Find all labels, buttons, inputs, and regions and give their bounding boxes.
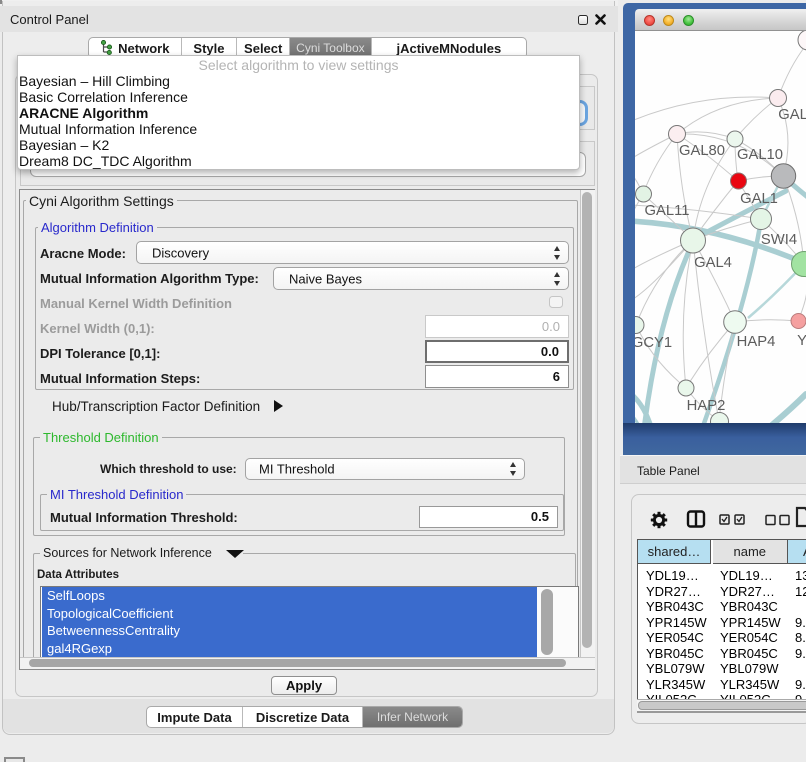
svg-text:Y: Y <box>797 333 806 349</box>
svg-text:GAL4: GAL4 <box>694 255 732 271</box>
svg-text:GAL80: GAL80 <box>679 143 725 159</box>
svg-text:GCY1: GCY1 <box>635 335 672 351</box>
svg-text:HAP2: HAP2 <box>687 398 726 414</box>
svg-text:GAL: GAL <box>778 107 806 123</box>
svg-text:GAL11: GAL11 <box>645 203 690 219</box>
svg-text:SWI4: SWI4 <box>761 232 797 248</box>
svg-text:HAP4: HAP4 <box>737 334 776 350</box>
svg-text:GAL10: GAL10 <box>737 147 783 163</box>
svg-text:GAL1: GAL1 <box>740 191 778 207</box>
